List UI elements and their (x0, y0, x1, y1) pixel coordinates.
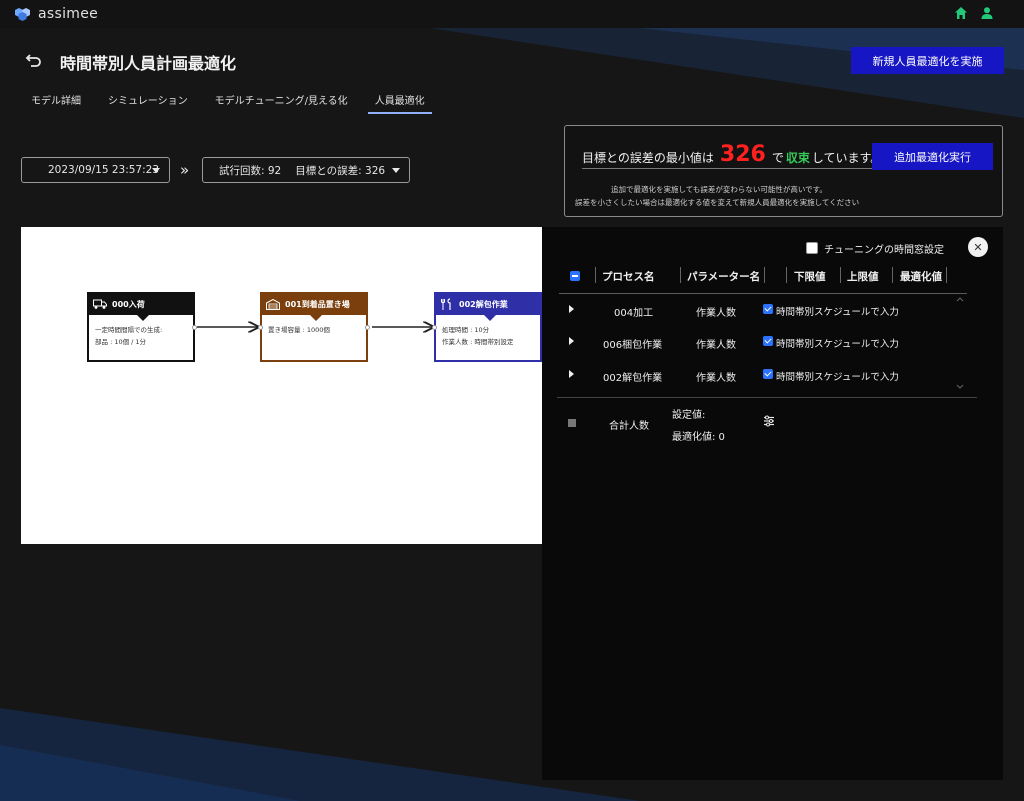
node-title: 001到着品置き場 (285, 300, 350, 309)
column-header-process: プロセス名 (602, 271, 655, 283)
home-icon[interactable] (954, 6, 968, 20)
process-node-storage[interactable]: 001到着品置き場 置き場容量 : 1000個 (258, 292, 370, 362)
tab-model-detail[interactable]: モデル詳細 (24, 92, 88, 112)
model-canvas[interactable]: 000入荷 一定時間間隔での生成: 部品 : 10個 / 1分 001到着品置き… (21, 227, 542, 544)
additional-optimization-button[interactable]: 追加最適化実行 (872, 143, 993, 170)
tab-staff-optimization[interactable]: 人員最適化 (367, 92, 432, 114)
status-note-1: 追加で最適化を実施しても誤差が変わらない可能性が高いです。 (611, 185, 827, 194)
input-port[interactable] (258, 325, 263, 330)
expand-arrow-icon[interactable] (569, 337, 574, 345)
column-header-upper: 上限値 (847, 271, 879, 283)
node-title: 000入荷 (112, 300, 145, 309)
date-select-value: 2023/09/15 23:57:23 (48, 164, 160, 176)
row-schedule-label: 時間帯別スケジュールで入力 (776, 307, 899, 318)
optimization-parameter-panel: チューニングの時間窓設定 ✕ プロセス名 パラメーター名 下限値 上限値 最適化… (542, 227, 1003, 780)
trial-select[interactable]: 試行回数: 92 目標との誤差: 326 (202, 157, 410, 183)
row-schedule-checkbox[interactable] (763, 304, 773, 314)
input-port[interactable] (432, 325, 437, 330)
table-row[interactable]: 004加工 作業人数 時間帯別スケジュールで入力 (542, 299, 962, 323)
trial-error: 目標との誤差: 326 (295, 164, 386, 177)
node-detail: 部品 : 10個 / 1分 (95, 338, 147, 346)
node-detail: 作業人数 : 時間帯別設定 (442, 338, 514, 346)
row-process: 004加工 (614, 308, 654, 319)
row-process: 006梱包作業 (603, 340, 663, 351)
expand-arrow-icon[interactable] (569, 370, 574, 378)
node-detail: 処理時間 : 10分 (442, 326, 490, 334)
app-name: assimee (38, 6, 99, 22)
expand-arrow-icon[interactable] (569, 305, 574, 313)
close-icon: ✕ (973, 240, 983, 254)
status-prefix: 目標との誤差の最小値は (582, 151, 714, 165)
close-panel-button[interactable]: ✕ (968, 237, 988, 257)
column-header-optimized: 最適化値 (900, 271, 942, 283)
node-detail: 一定時間間隔での生成: (95, 326, 163, 334)
row-parameter: 作業人数 (696, 340, 736, 351)
table-row[interactable]: 002解包作業 作業人数 時間帯別スケジュールで入力 (542, 364, 962, 388)
row-schedule-checkbox[interactable] (763, 369, 773, 379)
double-chevron-right-icon: » (180, 161, 190, 179)
new-optimization-button[interactable]: 新規人員最適化を実施 (851, 47, 1004, 74)
chevron-down-icon (152, 168, 160, 173)
top-bar: assimee (0, 0, 1024, 28)
status-mid: で (771, 151, 784, 165)
select-all-checkbox[interactable] (570, 271, 580, 281)
row-process: 002解包作業 (603, 373, 663, 384)
column-header-parameter: パラメーター名 (687, 271, 761, 283)
tab-simulation[interactable]: シミュレーション (101, 92, 195, 112)
table-scrollbar[interactable] (955, 295, 965, 393)
output-port[interactable] (365, 325, 370, 330)
process-node-entry[interactable]: 000入荷 一定時間間隔での生成: 部品 : 10個 / 1分 (87, 292, 197, 362)
row-schedule-label: 時間帯別スケジュールで入力 (776, 339, 899, 350)
date-select[interactable]: 2023/09/15 23:57:23 (21, 157, 170, 183)
row-schedule-label: 時間帯別スケジュールで入力 (776, 372, 899, 383)
output-port[interactable] (192, 325, 197, 330)
table-row[interactable]: 006梱包作業 作業人数 時間帯別スケジュールで入力 (542, 331, 962, 355)
trial-count: 試行回数: 92 (219, 164, 282, 177)
tab-model-tuning[interactable]: モデルチューニング/見える化 (208, 92, 355, 112)
connection-lines (197, 227, 542, 544)
back-icon[interactable] (24, 50, 44, 70)
min-error-value: 326 (719, 142, 766, 167)
optimization-status-box: 目標との誤差の最小値は 326 で 収束 しています。 追加最適化実行 追加で最… (564, 125, 1003, 217)
sliders-icon[interactable] (763, 415, 775, 427)
column-header-lower: 下限値 (794, 271, 826, 283)
node-title: 002解包作業 (459, 300, 508, 309)
cube-cluster-icon (15, 8, 30, 21)
user-icon[interactable] (980, 6, 994, 20)
row-parameter: 作業人数 (696, 373, 736, 384)
warehouse-icon (266, 299, 280, 310)
total-setting-label: 設定値: (672, 410, 706, 421)
process-node-unpacking[interactable]: 002解包作業 処理時間 : 10分 作業人数 : 時間帯別設定 (432, 292, 542, 362)
total-staff-checkbox[interactable] (568, 419, 576, 427)
truck-icon (93, 299, 107, 309)
total-optimized-value: 最適化値: 0 (672, 432, 725, 443)
tuning-window-label: チューニングの時間窓設定 (824, 245, 944, 256)
tab-bar: モデル詳細 シミュレーション モデルチューニング/見える化 人員最適化 (24, 92, 445, 114)
tools-icon (441, 298, 451, 310)
node-detail: 置き場容量 : 1000個 (268, 326, 330, 334)
status-message: 目標との誤差の最小値は 326 で 収束 しています。 (582, 142, 883, 169)
total-staff-label: 合計人数 (609, 421, 649, 432)
chevron-down-icon (392, 168, 400, 173)
tuning-window-checkbox[interactable] (806, 242, 818, 254)
page-title: 時間帯別人員計画最適化 (60, 54, 237, 73)
status-note-2: 誤差を小さくしたい場合は最適化する値を変えて新規人員最適化を実施してください (575, 198, 860, 207)
app-logo[interactable]: assimee (14, 6, 98, 22)
row-schedule-checkbox[interactable] (763, 336, 773, 346)
row-parameter: 作業人数 (696, 308, 736, 319)
converged-badge: 収束 (785, 151, 810, 165)
